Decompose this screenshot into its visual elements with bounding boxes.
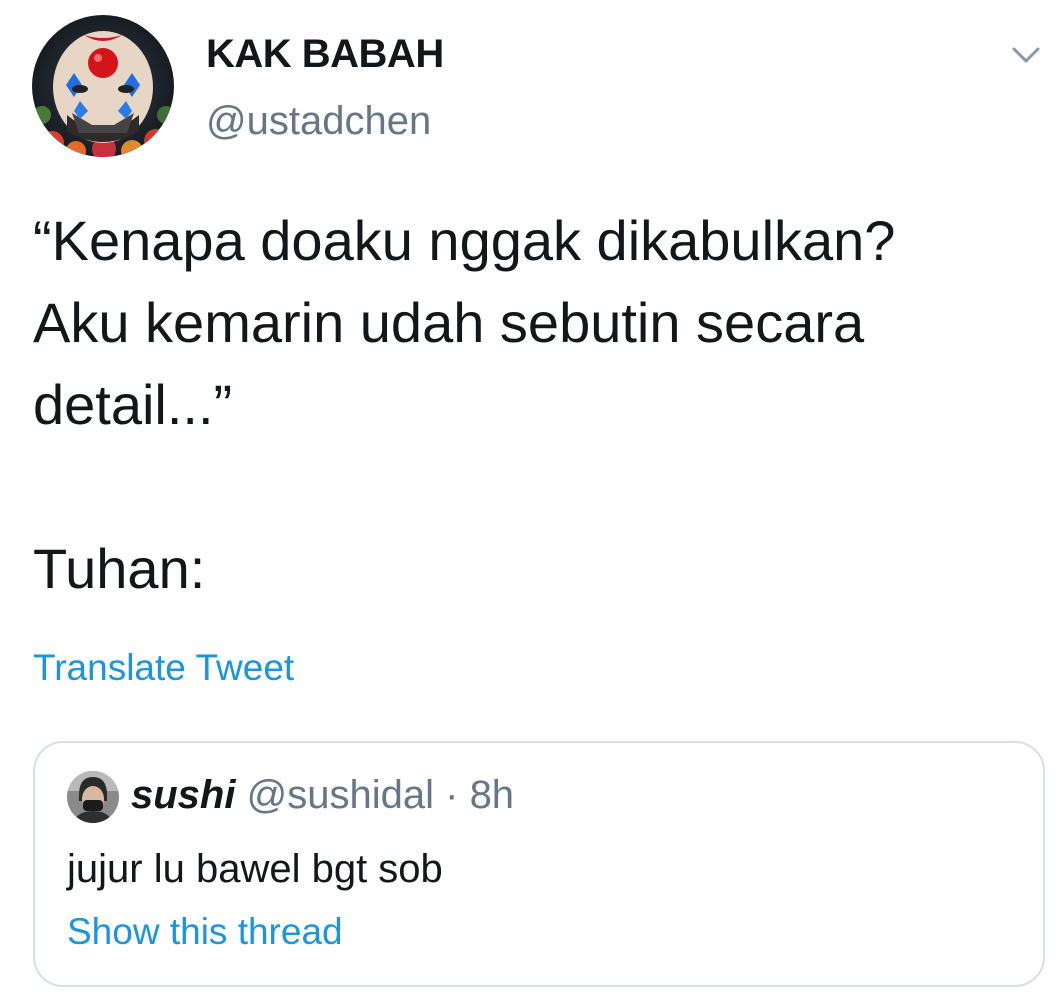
quoted-author-display-name[interactable]: sushi (131, 773, 235, 817)
quoted-tweet-timestamp[interactable]: 8h (470, 773, 515, 817)
tweet-menu-button[interactable] (1009, 42, 1043, 68)
tweet-text: “Kenapa doaku nggak dikabulkan? Aku kema… (33, 209, 896, 600)
quoted-tweet-header: sushi @sushidal · 8h (131, 773, 514, 818)
clown-avatar-icon (32, 15, 174, 157)
show-thread-link[interactable]: Show this thread (67, 911, 343, 953)
quoted-author-avatar[interactable] (67, 771, 119, 823)
author-handle[interactable]: @ustadchen (206, 99, 431, 144)
author-display-name[interactable]: KAK BABAH (206, 32, 444, 77)
translate-tweet-link[interactable]: Translate Tweet (33, 647, 294, 689)
masked-person-avatar-icon (67, 771, 119, 823)
header-separator: · (445, 773, 459, 817)
quoted-tweet-text: jujur lu bawel bgt sob (67, 847, 443, 891)
chevron-down-icon (1012, 47, 1040, 63)
quoted-tweet-card[interactable]: sushi @sushidal · 8h jujur lu bawel bgt … (33, 741, 1045, 987)
author-avatar[interactable] (32, 15, 174, 157)
quoted-author-handle[interactable]: @sushidal (247, 773, 434, 817)
